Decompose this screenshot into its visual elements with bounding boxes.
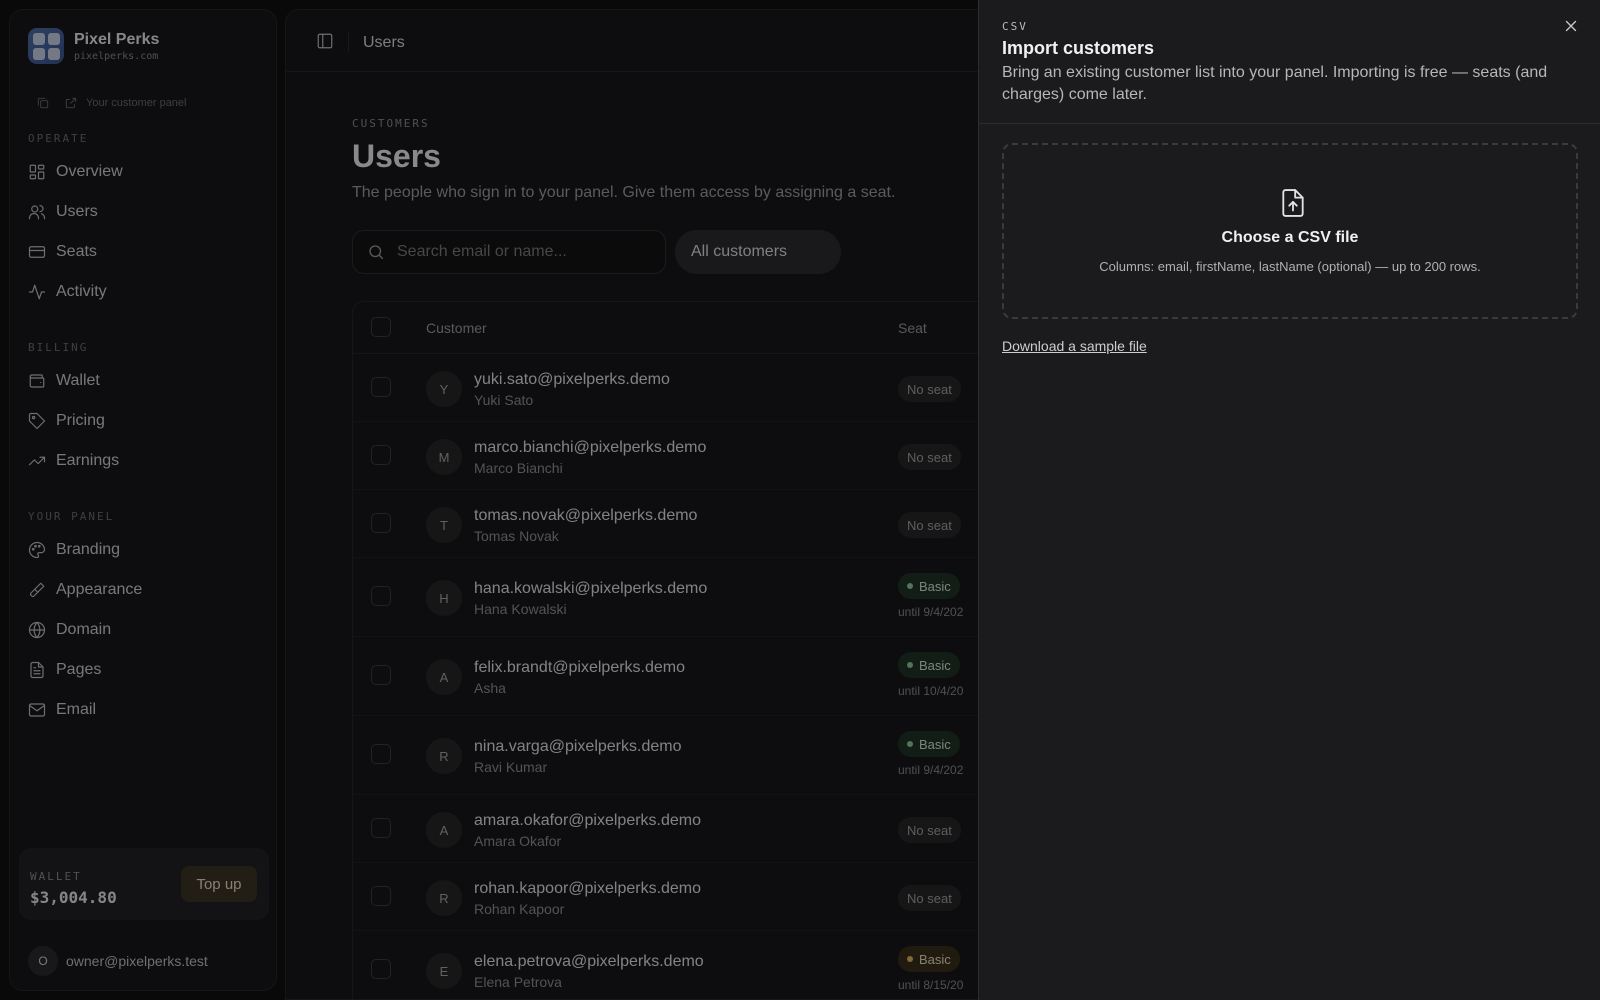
import-customers-drawer: CSV Import customers Bring an existing c… [978,0,1600,1000]
close-icon [1565,20,1577,32]
drawer-title: Import customers [1002,38,1155,58]
download-sample-link[interactable]: Download a sample file [1002,338,1147,354]
drawer-description: Bring an existing customer list into you… [1002,64,1548,103]
csv-dropzone[interactable]: Choose a CSV file Columns: email, firstN… [1002,143,1578,319]
file-upload-icon [1280,189,1306,217]
dropzone-title: Choose a CSV file [1221,229,1359,246]
drawer-eyebrow: CSV [1002,20,1028,33]
modal-backdrop[interactable] [0,0,978,1000]
dropzone-subtitle: Columns: email, firstName, lastName (opt… [1099,259,1481,274]
drawer-header: CSV Import customers Bring an existing c… [979,0,1600,124]
close-drawer-button[interactable] [1562,17,1582,37]
